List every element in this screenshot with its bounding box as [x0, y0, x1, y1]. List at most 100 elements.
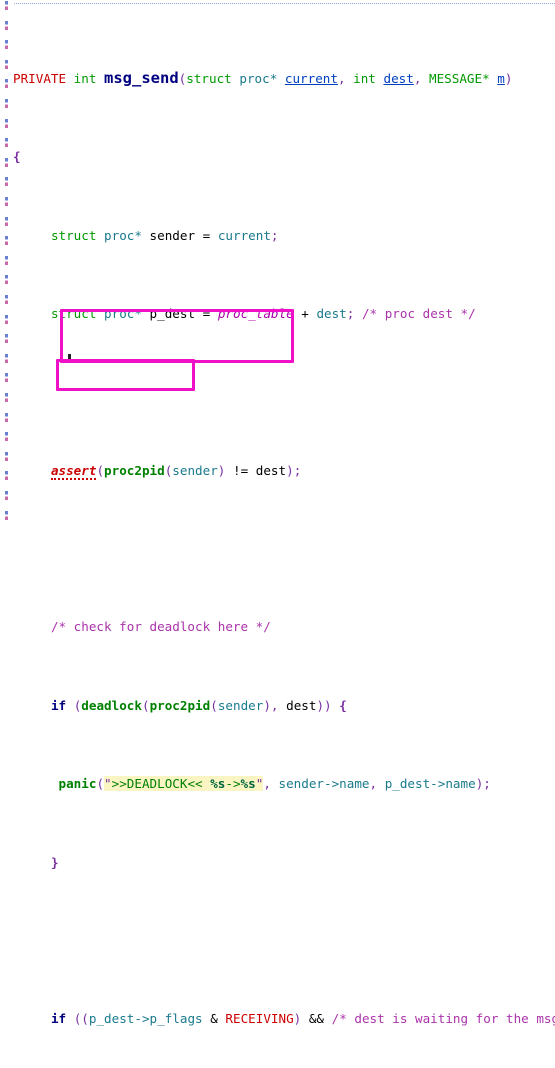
code-line-10[interactable]: panic(">>DEADLOCK<< %s->%s", sender->nam… [13, 774, 555, 794]
code-line-8[interactable]: /* check for deadlock here */ [13, 617, 555, 637]
fold-marker[interactable] [5, 471, 8, 481]
token-operator: != [232, 462, 249, 478]
token-format-specifier: %s [240, 776, 256, 792]
token-comma: , [263, 776, 271, 792]
fold-marker-gutter[interactable] [0, 0, 13, 534]
code-line-9[interactable]: if (deadlock(proc2pid(sender), dest)) { [13, 696, 555, 716]
token-type-struct: struct [50, 227, 97, 243]
token-keyword-if: if [50, 1011, 67, 1027]
fold-marker[interactable] [5, 1, 8, 10]
code-line-2[interactable]: { [13, 147, 555, 167]
fold-marker[interactable] [5, 118, 8, 128]
code-text-area[interactable]: PRIVATE int msg_send (struct proc* curren… [13, 10, 555, 1068]
fold-marker[interactable] [5, 314, 8, 324]
fold-marker[interactable] [5, 79, 8, 89]
token-var-dest: dest [286, 697, 317, 713]
token-var-sender: sender [217, 697, 264, 713]
token-comment-proc-dest: /* proc dest */ [361, 305, 476, 321]
fold-marker[interactable] [5, 236, 8, 246]
fold-marker[interactable] [5, 99, 8, 108]
fold-marker[interactable] [5, 432, 8, 442]
token-var-sender: sender [172, 462, 218, 478]
code-line-3[interactable]: struct proc* sender = current; [13, 226, 555, 246]
token-paren: ) [286, 462, 294, 478]
fold-marker[interactable] [5, 451, 8, 461]
token-comment-dest-waiting: /* dest is waiting for the msg */ [331, 1011, 555, 1027]
code-line-4[interactable]: struct proc* p_dest = proc_table + dest;… [13, 304, 555, 324]
token-param-m: m [497, 70, 505, 86]
token-type-proc: proc* [104, 305, 142, 321]
fold-marker[interactable] [5, 59, 8, 69]
token-var-sender: sender [149, 227, 196, 243]
token-brace-close: } [50, 854, 59, 870]
token-param-current: current [284, 70, 338, 86]
code-line-11[interactable]: } [13, 853, 555, 873]
token-string-arrow: -> [225, 776, 241, 792]
code-line-6[interactable]: assert(proc2pid(sender) != dest); [13, 461, 555, 481]
token-keyword-if: if [50, 697, 67, 713]
token-global-proc-table: proc_table [217, 305, 294, 321]
token-expr-pdest-pflags: p_dest->p_flags [88, 1011, 203, 1027]
fold-marker[interactable] [5, 138, 8, 148]
token-operator: = [202, 305, 211, 321]
fold-marker[interactable] [5, 295, 8, 304]
code-line-12[interactable] [13, 931, 555, 951]
token-var-dest: dest [255, 462, 287, 478]
token-operator: + [301, 305, 309, 321]
fold-marker[interactable] [5, 393, 8, 402]
fold-marker[interactable] [5, 510, 8, 520]
fold-marker[interactable] [5, 197, 8, 206]
token-paren: ) [316, 697, 325, 713]
token-paren: ( [96, 462, 105, 478]
token-paren: ( [210, 697, 218, 713]
fold-marker[interactable] [5, 255, 8, 265]
token-type-int: int [353, 70, 376, 86]
fold-marker[interactable] [5, 353, 8, 363]
fold-marker[interactable] [5, 157, 8, 167]
token-brace-open: { [13, 149, 21, 165]
token-macro-assert: assert [50, 462, 97, 480]
token-var-current: current [217, 227, 271, 243]
fold-marker[interactable] [5, 177, 8, 187]
token-paren: ) [217, 462, 226, 478]
code-line-5[interactable] [13, 382, 555, 402]
token-expr-pdest-name: p_dest->name [384, 776, 476, 792]
token-call-proc2pid: proc2pid [149, 697, 211, 713]
fold-marker[interactable] [5, 412, 8, 422]
token-string-quote: " [104, 776, 112, 792]
token-type-struct: struct [186, 70, 232, 86]
fold-marker[interactable] [5, 20, 8, 30]
code-line-7[interactable] [13, 539, 555, 559]
code-line-1[interactable]: PRIVATE int msg_send(struct proc* curren… [13, 69, 555, 89]
token-format-specifier: %s [210, 776, 226, 792]
token-string-deadlock: >>DEADLOCK<< [111, 776, 211, 792]
fold-marker[interactable] [5, 491, 8, 500]
fold-marker[interactable] [5, 40, 8, 50]
token-operator: && [308, 1011, 325, 1027]
token-paren: ) [504, 70, 513, 86]
token-var-dest: dest [316, 305, 347, 321]
token-type-proc: proc* [104, 227, 142, 243]
token-paren: ) [293, 1011, 302, 1027]
token-paren: ( [141, 697, 150, 713]
token-paren: ) [324, 697, 332, 713]
token-function-name-msg-send: msg_send [104, 68, 179, 87]
fold-marker[interactable] [5, 373, 8, 383]
token-semicolon: ; [483, 776, 491, 792]
code-line-13[interactable]: if ((p_dest->p_flags & RECEIVING) && /* … [13, 1009, 555, 1029]
fold-marker[interactable] [5, 275, 8, 285]
fold-marker[interactable] [5, 334, 8, 344]
token-semicolon: ; [346, 305, 355, 321]
token-paren: ) [475, 776, 484, 792]
token-type-proc: proc* [239, 70, 278, 86]
fold-marker[interactable] [5, 216, 8, 226]
token-comma: , [413, 70, 422, 86]
token-comma: , [337, 70, 346, 86]
token-call-panic: panic [58, 776, 97, 792]
code-editor-viewport[interactable]: PRIVATE int msg_send (struct proc* curren… [0, 0, 555, 1026]
token-semicolon: ; [270, 227, 279, 243]
token-macro-receiving: RECEIVING [225, 1011, 294, 1027]
token-paren: ( [81, 1011, 89, 1027]
token-paren: ) [263, 697, 271, 713]
token-type-int: int [73, 70, 97, 86]
